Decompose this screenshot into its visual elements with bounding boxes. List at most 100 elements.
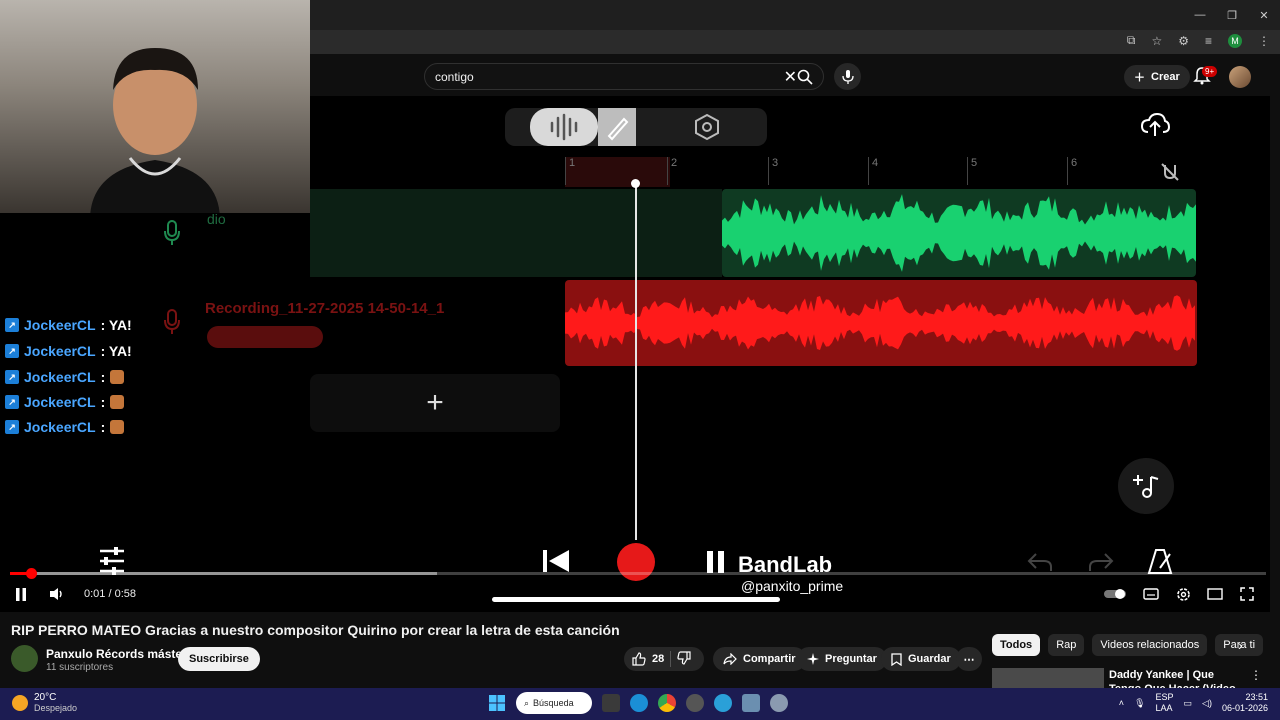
playhead <box>635 182 637 540</box>
task-view-icon[interactable] <box>602 694 620 712</box>
add-track-button: + <box>310 374 560 432</box>
theater-icon <box>1207 588 1223 600</box>
language-indicator[interactable]: ESP LAA <box>1156 692 1174 714</box>
gear-icon <box>1176 587 1190 601</box>
pen-icon <box>607 117 629 141</box>
extensions-icon[interactable]: ⚙ <box>1178 34 1189 48</box>
chat-message: ↗ JockeerCL : YA! <box>5 343 132 359</box>
settings-app-icon[interactable] <box>770 694 788 712</box>
clock-time: 23:51 <box>1245 692 1268 702</box>
chat-platform-icon: ↗ <box>5 395 19 409</box>
autoplay-icon <box>1104 589 1126 599</box>
share-label: Compartir <box>743 653 796 665</box>
fullscreen-button[interactable] <box>1238 585 1256 603</box>
sparkle-icon <box>807 653 819 665</box>
mic-tray-icon[interactable]: 🎙 <box>1134 698 1145 709</box>
maximize-button[interactable]: ❐ <box>1216 0 1248 30</box>
taskbar-search[interactable]: ⌕ Búsqueda <box>516 692 592 714</box>
more-actions-button[interactable]: ⋯ <box>956 647 982 671</box>
ruler-tick: 2 <box>667 157 677 185</box>
webcam-overlay <box>0 0 310 213</box>
minimize-button[interactable]: — <box>1184 0 1216 30</box>
search-button[interactable] <box>787 63 823 90</box>
like-button[interactable]: 28 <box>632 652 664 666</box>
close-window-button[interactable]: ✕ <box>1248 0 1280 30</box>
search-icon <box>797 69 813 85</box>
settings-button[interactable] <box>1174 585 1192 603</box>
install-icon[interactable]: ⧉ <box>1127 33 1136 48</box>
create-button[interactable]: ＋ Crear <box>1124 65 1190 89</box>
mic-icon <box>841 69 854 84</box>
subscriber-count: 11 suscriptores <box>46 662 114 673</box>
subscribe-button[interactable]: Suscribirse <box>178 647 260 671</box>
voice-search-button[interactable] <box>834 63 861 90</box>
network-icon[interactable]: ▭ <box>1184 698 1193 709</box>
record-button <box>617 543 655 581</box>
chevron-right-icon[interactable]: › <box>1238 637 1243 653</box>
user-avatar[interactable] <box>1229 66 1251 88</box>
volume-button[interactable] <box>48 585 66 603</box>
share-icon <box>723 653 737 665</box>
channel-name[interactable]: Panxulo Récords máster <box>46 647 187 661</box>
weather-widget[interactable]: 20°C Despejado <box>12 692 77 713</box>
add-music-icon <box>1133 475 1159 498</box>
media-icon[interactable]: ≡ <box>1205 34 1212 48</box>
search-input[interactable]: contigo <box>435 70 784 84</box>
chat-username: JockeerCL <box>24 343 96 359</box>
search-box[interactable]: contigo ✕ <box>424 63 824 90</box>
chat-text: : YA! <box>100 343 132 359</box>
share-button[interactable]: Compartir <box>713 647 806 671</box>
dislike-button[interactable] <box>677 650 691 668</box>
plus-icon: ＋ <box>1134 72 1145 84</box>
taskbar-search-label: Búsqueda <box>533 698 574 708</box>
chat-text: : <box>100 419 106 435</box>
redo-icon <box>1089 553 1114 571</box>
taskbar-apps: ⌕ Búsqueda <box>488 692 788 714</box>
chat-emote-icon <box>110 395 125 409</box>
ask-button[interactable]: Preguntar <box>797 647 887 671</box>
browser-menu-icon[interactable]: ⋮ <box>1258 34 1270 48</box>
theater-mode-button[interactable] <box>1206 585 1224 603</box>
recommendation-chips: Todos Rap Videos relacionados Para ti <box>992 634 1264 656</box>
telegram-icon[interactable] <box>714 694 732 712</box>
waveform-icon <box>550 113 578 141</box>
chat-message: ↗ JockeerCL : <box>5 419 125 435</box>
chrome-icon[interactable] <box>658 694 676 712</box>
save-button[interactable]: Guardar <box>881 647 961 671</box>
recommended-title[interactable]: Daddy Yankee | Que Tengo Que Hacer (Vide… <box>1109 668 1249 690</box>
chat-platform-icon: ↗ <box>5 370 19 384</box>
edge-icon[interactable] <box>630 694 648 712</box>
clock[interactable]: 23:51 06-01-2026 <box>1222 692 1268 714</box>
windows-start-icon[interactable] <box>488 694 506 712</box>
pause-button[interactable] <box>12 585 30 603</box>
player-controls-right <box>1104 584 1256 604</box>
explorer-icon[interactable] <box>742 694 760 712</box>
lang-layout: LAA <box>1155 703 1173 713</box>
autoplay-toggle[interactable] <box>1104 585 1128 603</box>
video-title: RIP PERRO MATEO Gracias a nuestro compos… <box>11 622 620 638</box>
weather-temp: 20°C <box>34 692 57 703</box>
chip-all[interactable]: Todos <box>992 634 1041 656</box>
chat-text: : <box>100 369 106 385</box>
profile-avatar[interactable]: M <box>1228 33 1242 48</box>
ruler-tick: 5 <box>967 157 977 185</box>
volume-icon <box>50 588 62 600</box>
tray-expand-icon[interactable]: ˄ <box>1119 698 1124 708</box>
bandlab-handle: @panxito_prime <box>741 578 844 594</box>
speaker-icon[interactable]: ◁) <box>1202 698 1212 709</box>
chip-related[interactable]: Videos relacionados <box>1092 634 1208 656</box>
subtitles-button[interactable] <box>1142 585 1160 603</box>
thumbs-down-icon <box>677 650 691 665</box>
chat-message: ↗ JockeerCL : <box>5 369 125 385</box>
obs-icon[interactable] <box>686 694 704 712</box>
bookmark-star-icon[interactable]: ☆ <box>1151 34 1162 48</box>
sun-icon <box>12 694 28 711</box>
clock-date: 06-01-2026 <box>1221 703 1268 713</box>
cloud-upload-icon <box>1140 112 1170 136</box>
chip-rap[interactable]: Rap <box>1048 634 1085 656</box>
more-icon: ⋯ <box>963 653 975 666</box>
channel-avatar[interactable] <box>11 645 38 672</box>
chat-text: : YA! <box>100 317 132 333</box>
kebab-menu-icon[interactable]: ⋮ <box>1250 668 1262 682</box>
recommended-thumbnail[interactable] <box>992 668 1104 690</box>
